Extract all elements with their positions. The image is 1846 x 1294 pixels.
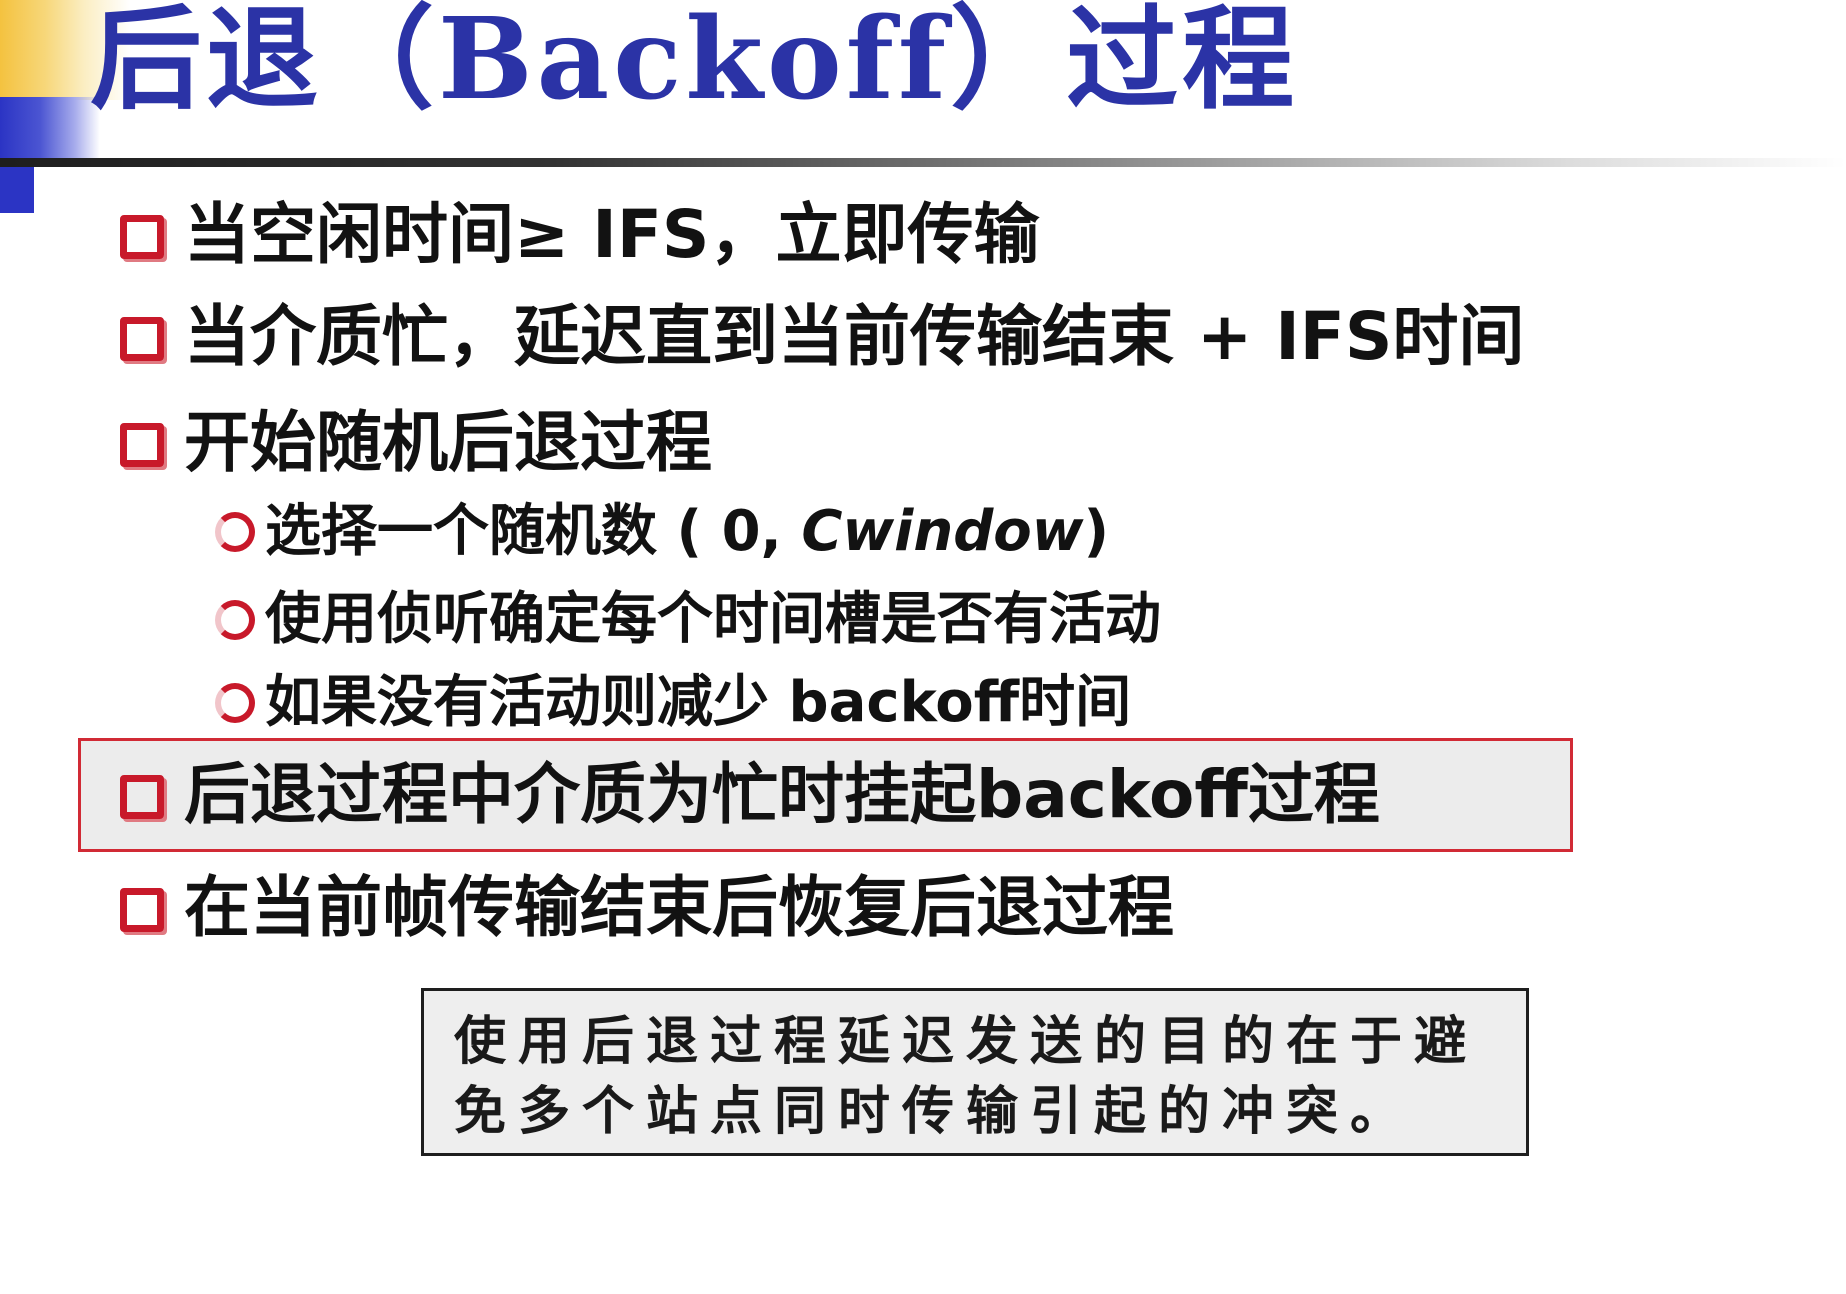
note-box: 使用后退过程延迟发送的目的在于避 免多个站点同时传输引起的冲突。 — [421, 988, 1529, 1156]
corner-decoration-blue — [0, 97, 100, 167]
sub-bullet-text: 使用侦听确定每个时间槽是否有活动 — [265, 587, 1161, 652]
bullet-text: 当介质忙，延迟直到当前传输结束 + IFS时间 — [184, 298, 1525, 375]
corner-decoration-blue-tab — [0, 167, 34, 213]
sub-bullet-item: 如果没有活动则减少 backoff时间 — [215, 668, 1131, 738]
bullet-item: 当空闲时间≥ IFS，立即传输 — [120, 195, 1039, 275]
sub-bullet-text: 选择一个随机数 ( 0, — [265, 499, 802, 564]
note-line-1: 使用后退过程延迟发送的目的在于避 — [454, 1011, 1479, 1072]
square-bullet-icon — [120, 888, 164, 932]
slide-title: 后退（Backoff）过程 — [90, 0, 1299, 125]
title-underline-rule — [0, 158, 1846, 167]
bullet-text: 后退过程中介质为忙时挂起backoff过程 — [184, 756, 1380, 833]
square-bullet-icon — [120, 215, 164, 259]
circle-bullet-icon — [215, 512, 255, 552]
bullet-item: 在当前帧传输结束后恢复后退过程 — [120, 868, 1174, 948]
slide: 后退（Backoff）过程 当空闲时间≥ IFS，立即传输 当介质忙，延迟直到当… — [0, 0, 1846, 1294]
square-bullet-icon — [120, 317, 164, 361]
circle-bullet-icon — [215, 683, 255, 723]
sub-bullet-text: 如果没有活动则减少 backoff时间 — [265, 670, 1132, 735]
bullet-item: 开始随机后退过程 — [120, 403, 712, 483]
sub-bullet-item: 选择一个随机数 ( 0, Cwindow) — [215, 497, 1109, 567]
bullet-text: 在当前帧传输结束后恢复后退过程 — [184, 869, 1174, 946]
bullet-item: 当介质忙，延迟直到当前传输结束 + IFS时间 — [120, 297, 1524, 377]
circle-bullet-icon — [215, 600, 255, 640]
square-bullet-icon — [120, 423, 164, 467]
sub-bullet-italic-text: Cwindow — [801, 499, 1084, 564]
note-line-2: 免多个站点同时传输引起的冲突。 — [454, 1081, 1415, 1142]
sub-bullet-text-suffix: ) — [1083, 499, 1110, 564]
bullet-text: 当空闲时间≥ IFS，立即传输 — [184, 196, 1040, 273]
sub-bullet-item: 使用侦听确定每个时间槽是否有活动 — [215, 585, 1161, 655]
bullet-text: 开始随机后退过程 — [184, 404, 712, 481]
bullet-item-highlighted: 后退过程中介质为忙时挂起backoff过程 — [120, 755, 1380, 835]
square-bullet-icon — [120, 775, 164, 819]
